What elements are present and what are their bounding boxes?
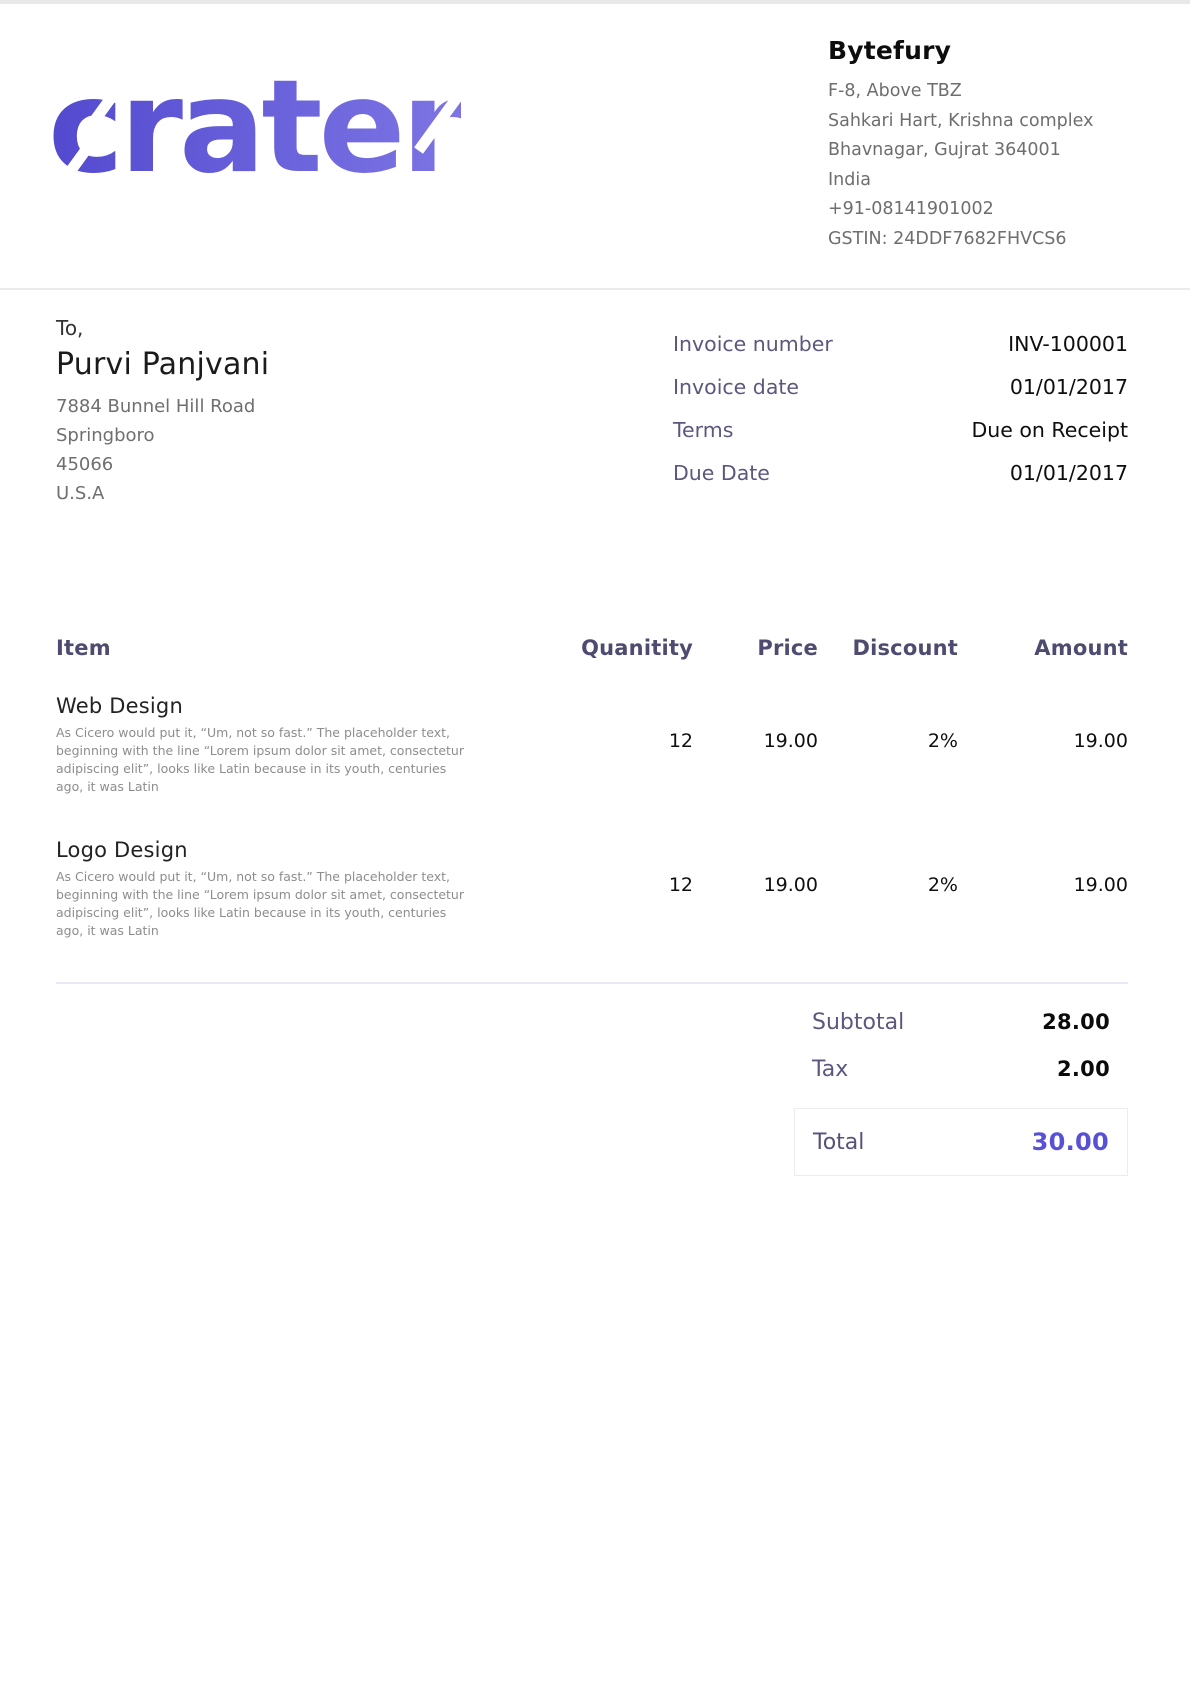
item-name: Web Design	[56, 694, 573, 718]
customer-name: Purvi Panjvani	[56, 347, 269, 382]
item-description: As Cicero would put it, “Um, not so fast…	[56, 724, 476, 796]
column-header-discount: Discount	[818, 636, 958, 660]
invoice-header: crater Bytefury F-8, Above TBZ Sahkari H…	[0, 4, 1190, 290]
totals-block: Subtotal 28.00 Tax 2.00 Total 30.00	[794, 1010, 1128, 1176]
tax-value: 2.00	[1057, 1057, 1110, 1081]
tax-label: Tax	[812, 1057, 848, 1082]
invoice-date-label: Invoice date	[673, 375, 799, 399]
company-address-line: Bhavnagar, Gujrat 364001	[828, 136, 1128, 166]
item-cell: Web Design As Cicero would put it, “Um, …	[56, 694, 573, 796]
invoice-meta: Invoice number INV-100001 Invoice date 0…	[673, 332, 1128, 508]
table-row: Web Design As Cicero would put it, “Um, …	[56, 694, 1128, 796]
total-value: 30.00	[1032, 1128, 1109, 1156]
column-header-item: Item	[56, 636, 573, 660]
item-discount: 2%	[818, 838, 958, 940]
totals-divider	[56, 982, 1128, 984]
table-row: Logo Design As Cicero would put it, “Um,…	[56, 838, 1128, 940]
company-address-line: F-8, Above TBZ	[828, 77, 1128, 107]
total-label: Total	[813, 1130, 864, 1155]
customer-address-line: U.S.A	[56, 479, 269, 508]
company-phone: +91-08141901002	[828, 195, 1128, 225]
company-gstin: GSTIN: 24DDF7682FHVCS6	[828, 225, 1128, 255]
subtotal-row: Subtotal 28.00	[794, 1010, 1128, 1035]
customer-address-line: 45066	[56, 450, 269, 479]
customer-address-line: Springboro	[56, 421, 269, 450]
meta-row-invoice-date: Invoice date 01/01/2017	[673, 375, 1128, 399]
terms-value: Due on Receipt	[971, 418, 1128, 442]
crater-logo: crater	[48, 58, 461, 199]
items-table-header: Item Quanitity Price Discount Amount	[56, 636, 1128, 660]
column-header-amount: Amount	[958, 636, 1128, 660]
item-cell: Logo Design As Cicero would put it, “Um,…	[56, 838, 573, 940]
item-amount: 19.00	[958, 838, 1128, 940]
company-block: Bytefury F-8, Above TBZ Sahkari Hart, Kr…	[828, 30, 1128, 254]
meta-row-due-date: Due Date 01/01/2017	[673, 461, 1128, 485]
column-header-price: Price	[693, 636, 818, 660]
meta-row-invoice-number: Invoice number INV-100001	[673, 332, 1128, 356]
total-box: Total 30.00	[794, 1108, 1128, 1176]
due-date-label: Due Date	[673, 461, 770, 485]
item-quantity: 12	[573, 838, 693, 940]
meta-row-terms: Terms Due on Receipt	[673, 418, 1128, 442]
item-name: Logo Design	[56, 838, 573, 862]
invoice-number-value: INV-100001	[1008, 332, 1128, 356]
column-header-quantity: Quanitity	[573, 636, 693, 660]
bill-to-label: To,	[56, 316, 269, 340]
items-table: Item Quanitity Price Discount Amount Web…	[56, 636, 1128, 940]
invoice-number-label: Invoice number	[673, 332, 833, 356]
info-section: To, Purvi Panjvani 7884 Bunnel Hill Road…	[0, 290, 1190, 508]
company-name: Bytefury	[828, 36, 1128, 65]
item-amount: 19.00	[958, 694, 1128, 796]
tax-row: Tax 2.00	[794, 1057, 1128, 1082]
terms-label: Terms	[673, 418, 733, 442]
customer-address-line: 7884 Bunnel Hill Road	[56, 392, 269, 421]
item-discount: 2%	[818, 694, 958, 796]
company-address-line: Sahkari Hart, Krishna complex	[828, 107, 1128, 137]
subtotal-label: Subtotal	[812, 1010, 904, 1035]
bill-to-block: To, Purvi Panjvani 7884 Bunnel Hill Road…	[56, 316, 269, 508]
due-date-value: 01/01/2017	[1010, 461, 1128, 485]
item-quantity: 12	[573, 694, 693, 796]
item-description: As Cicero would put it, “Um, not so fast…	[56, 868, 476, 940]
company-address-line: India	[828, 166, 1128, 196]
item-price: 19.00	[693, 694, 818, 796]
crater-logo-text: crater	[48, 58, 461, 199]
subtotal-value: 28.00	[1042, 1010, 1110, 1034]
item-price: 19.00	[693, 838, 818, 940]
invoice-date-value: 01/01/2017	[1010, 375, 1128, 399]
